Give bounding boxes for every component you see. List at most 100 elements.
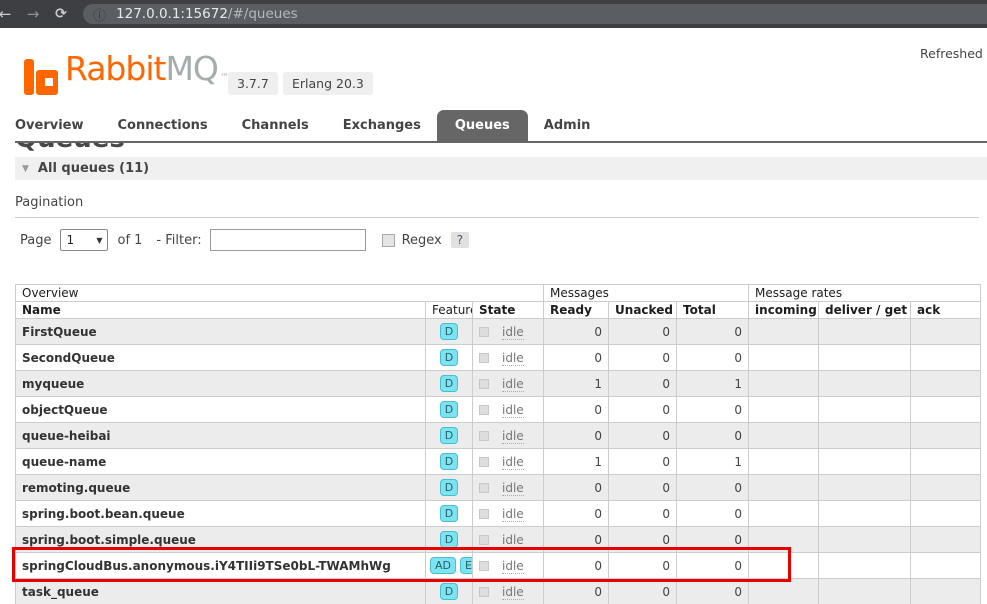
- state-cell: idle: [473, 527, 544, 553]
- total-cell: 0: [677, 579, 749, 604]
- features-cell: D: [426, 423, 473, 449]
- refreshed-label: Refreshed: [920, 46, 983, 61]
- incoming-cell: [749, 553, 819, 579]
- tab-exchanges[interactable]: Exchanges: [343, 110, 421, 141]
- feature-badge: D: [440, 531, 458, 548]
- features-cell: D: [426, 501, 473, 527]
- unacked-cell: 0: [609, 319, 677, 345]
- state-indicator-icon: [479, 327, 489, 337]
- queue-name-cell[interactable]: myqueue: [16, 371, 426, 397]
- queue-name-cell[interactable]: FirstQueue: [16, 319, 426, 345]
- url-bar[interactable]: ⓘ 127.0.0.1:15672/#/queues: [83, 4, 987, 24]
- tab-queues[interactable]: Queues: [437, 110, 528, 141]
- state-label: idle: [502, 429, 524, 444]
- state-cell: idle: [473, 553, 544, 579]
- ready-cell: 0: [544, 579, 609, 604]
- ready-cell: 1: [544, 449, 609, 475]
- ready-cell: 1: [544, 371, 609, 397]
- deliver-get-cell: [819, 319, 911, 345]
- section-title: All queues (11): [38, 161, 149, 176]
- table-row: myqueueDidle101: [16, 371, 981, 397]
- queue-name-cell[interactable]: queue-heibai: [16, 423, 426, 449]
- deliver-get-cell: [819, 345, 911, 371]
- screen: ← → ⟳ ⓘ 127.0.0.1:15672/#/queues Queues …: [0, 0, 987, 604]
- state-cell: idle: [473, 579, 544, 604]
- state-label: idle: [502, 559, 524, 574]
- page-select[interactable]: 1 ▼: [60, 229, 108, 251]
- deliver-get-cell: [819, 397, 911, 423]
- pagination-heading: Pagination: [15, 195, 83, 210]
- column-header[interactable]: Total: [677, 302, 749, 319]
- info-icon[interactable]: ⓘ: [93, 5, 106, 24]
- feature-badge: D: [440, 427, 458, 444]
- tab-admin[interactable]: Admin: [544, 110, 591, 141]
- incoming-cell: [749, 501, 819, 527]
- ready-cell: 0: [544, 501, 609, 527]
- column-header[interactable]: ack: [911, 302, 981, 319]
- state-cell: idle: [473, 449, 544, 475]
- state-label: idle: [502, 481, 524, 496]
- incoming-cell: [749, 397, 819, 423]
- incoming-cell: [749, 423, 819, 449]
- queue-name-cell[interactable]: springCloudBus.anonymous.iY4TIIi9TSe0bL-…: [16, 553, 426, 579]
- filter-input[interactable]: [210, 229, 366, 251]
- incoming-cell: [749, 345, 819, 371]
- state-label: idle: [502, 585, 524, 600]
- queue-name-cell[interactable]: objectQueue: [16, 397, 426, 423]
- regex-help-button[interactable]: ?: [451, 232, 469, 248]
- column-header[interactable]: Name: [16, 302, 426, 319]
- state-label: idle: [502, 403, 524, 418]
- page: Queues Refreshed RabbitMQ™ 3.7.7 Erlang …: [0, 28, 987, 604]
- state-cell: idle: [473, 345, 544, 371]
- queue-name-cell[interactable]: queue-name: [16, 449, 426, 475]
- tab-connections[interactable]: Connections: [118, 110, 208, 141]
- regex-checkbox[interactable]: [382, 234, 395, 247]
- ready-cell: 0: [544, 527, 609, 553]
- state-indicator-icon: [479, 535, 489, 545]
- deliver-get-cell: [819, 579, 911, 604]
- reload-icon[interactable]: ⟳: [47, 0, 75, 28]
- forward-icon[interactable]: →: [19, 0, 47, 28]
- deliver-get-cell: [819, 527, 911, 553]
- column-header[interactable]: incoming: [749, 302, 819, 319]
- ready-cell: 0: [544, 475, 609, 501]
- features-cell: ADExcl: [426, 553, 473, 579]
- tab-overview[interactable]: Overview: [15, 110, 84, 141]
- state-indicator-icon: [479, 379, 489, 389]
- queue-name-cell[interactable]: spring.boot.bean.queue: [16, 501, 426, 527]
- queue-name-cell[interactable]: SecondQueue: [16, 345, 426, 371]
- table-row: remoting.queueDidle000: [16, 475, 981, 501]
- table-row: springCloudBus.anonymous.iY4TIIi9TSe0bL-…: [16, 553, 981, 579]
- total-cell: 0: [677, 527, 749, 553]
- feature-badge: D: [440, 401, 458, 418]
- state-indicator-icon: [479, 483, 489, 493]
- version-badge: 3.7.7: [228, 72, 278, 95]
- state-indicator-icon: [479, 353, 489, 363]
- queue-name-cell[interactable]: remoting.queue: [16, 475, 426, 501]
- unacked-cell: 0: [609, 579, 677, 604]
- tab-channels[interactable]: Channels: [242, 110, 309, 141]
- queue-name-cell[interactable]: spring.boot.simple.queue: [16, 527, 426, 553]
- column-header[interactable]: State: [473, 302, 544, 319]
- deliver-get-cell: [819, 553, 911, 579]
- table-row: spring.boot.simple.queueDidle000: [16, 527, 981, 553]
- state-label: idle: [502, 377, 524, 392]
- queue-name-cell[interactable]: task_queue: [16, 579, 426, 604]
- table-row: spring.boot.bean.queueDidle000: [16, 501, 981, 527]
- deliver-get-cell: [819, 501, 911, 527]
- column-header[interactable]: Ready: [544, 302, 609, 319]
- table-row: queue-nameDidle101: [16, 449, 981, 475]
- filter-label: - Filter:: [156, 233, 201, 248]
- state-cell: idle: [473, 371, 544, 397]
- page-select-value: 1: [66, 233, 74, 247]
- back-icon[interactable]: ←: [0, 0, 19, 28]
- column-header[interactable]: deliver / get: [819, 302, 911, 319]
- section-all-queues[interactable]: ▼ All queues (11): [15, 157, 987, 180]
- state-cell: idle: [473, 475, 544, 501]
- column-header[interactable]: Unacked: [609, 302, 677, 319]
- chevron-down-icon: ▼: [22, 164, 29, 174]
- features-cell: D: [426, 345, 473, 371]
- ack-cell: [911, 345, 981, 371]
- pagination-divider: [15, 217, 979, 218]
- logo[interactable]: RabbitMQ™: [24, 52, 228, 95]
